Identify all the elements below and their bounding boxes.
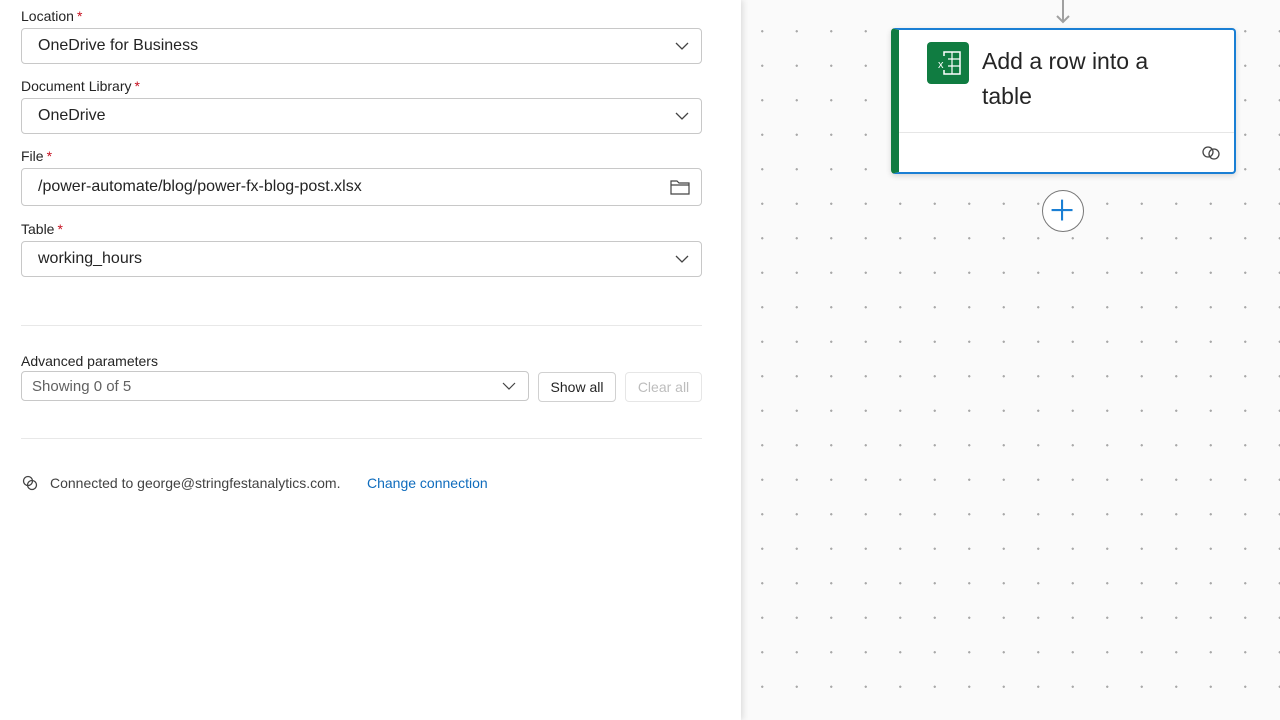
change-connection-link[interactable]: Change connection <box>367 475 488 491</box>
advanced-parameters-dropdown[interactable]: Showing 0 of 5 <box>21 371 529 401</box>
excel-icon: x <box>927 42 969 84</box>
show-all-button[interactable]: Show all <box>538 372 616 402</box>
action-card-title: Add a row into a table <box>982 48 1149 109</box>
document-library-dropdown[interactable]: OneDrive <box>21 98 702 134</box>
table-dropdown[interactable]: working_hours <box>21 241 702 277</box>
location-dropdown[interactable]: OneDrive for Business <box>21 28 702 64</box>
link-icon <box>22 475 38 491</box>
add-step-button[interactable] <box>1042 190 1084 232</box>
document-library-label: Document Library * <box>21 78 140 94</box>
advanced-parameters-label: Advanced parameters <box>21 353 158 369</box>
action-settings-panel: Location * OneDrive for Business Document… <box>0 0 741 720</box>
folder-icon[interactable] <box>669 178 691 196</box>
clear-all-button[interactable]: Clear all <box>625 372 702 402</box>
action-card-add-row[interactable]: x Add a row into a table <box>891 28 1236 174</box>
divider <box>899 132 1234 133</box>
file-input[interactable]: /power-automate/blog/power-fx-blog-post.… <box>21 168 702 206</box>
flow-canvas[interactable]: x Add a row into a table <box>741 0 1280 720</box>
link-icon <box>1202 146 1220 160</box>
arrow-down-icon <box>1056 0 1070 24</box>
table-label: Table * <box>21 221 63 237</box>
file-label: File * <box>21 148 53 164</box>
svg-text:x: x <box>938 59 944 71</box>
plus-icon <box>1051 199 1073 221</box>
divider <box>21 325 702 326</box>
chevron-down-icon <box>675 42 689 50</box>
chevron-down-icon <box>502 382 516 390</box>
location-label: Location * <box>21 8 83 24</box>
divider <box>21 438 702 439</box>
connection-status: Connected to george@stringfestanalytics.… <box>50 475 341 491</box>
chevron-down-icon <box>675 112 689 120</box>
chevron-down-icon <box>675 255 689 263</box>
